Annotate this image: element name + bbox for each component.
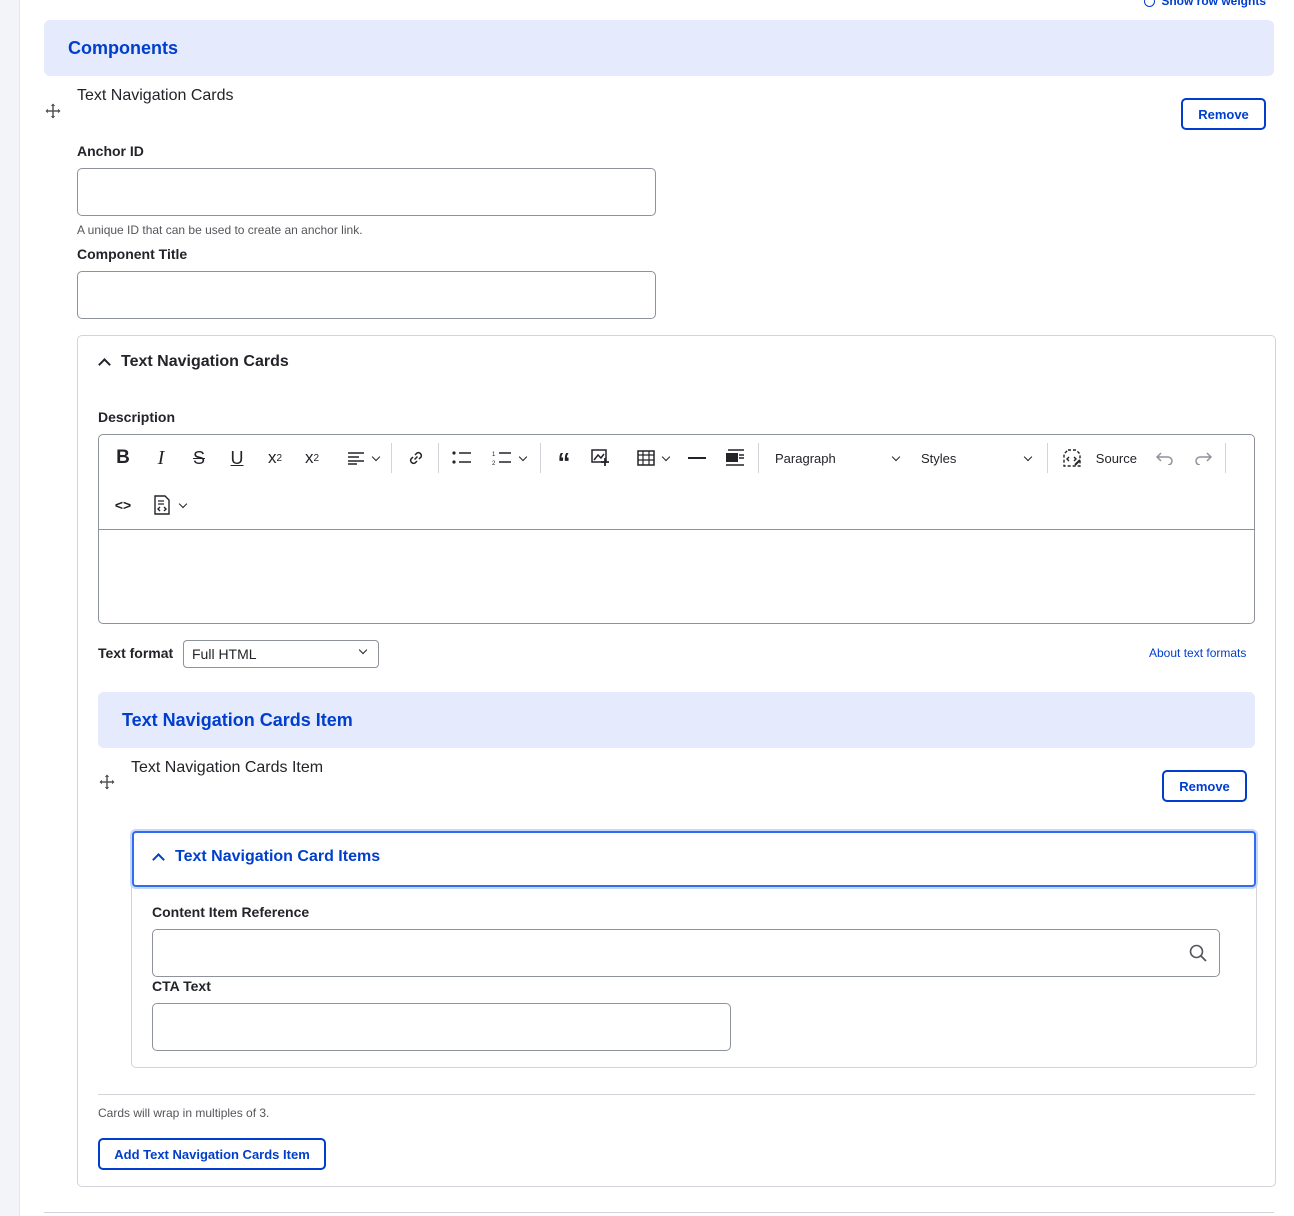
search-icon — [1189, 944, 1207, 962]
code-icon[interactable]: <> — [111, 492, 135, 518]
superscript-icon[interactable]: x2 — [263, 445, 287, 471]
remove-item-button[interactable]: Remove — [1162, 770, 1247, 802]
table-icon[interactable] — [633, 445, 673, 471]
undo-icon[interactable] — [1153, 445, 1177, 471]
drag-handle-icon[interactable] — [99, 774, 115, 790]
toolbar-separator — [438, 443, 439, 473]
anchor-id-help: A unique ID that can be used to create a… — [77, 223, 363, 237]
text-format-label: Text format — [98, 645, 174, 661]
link-icon[interactable] — [404, 445, 428, 471]
components-header: Components — [44, 20, 1274, 76]
svg-text:2: 2 — [492, 461, 496, 466]
card-items-summary-label: Text Navigation Card Items — [175, 848, 381, 865]
toolbar-separator — [1225, 443, 1226, 473]
source-edit-icon — [1063, 449, 1081, 467]
content-item-reference-label: Content Item Reference — [152, 904, 310, 920]
editor-toolbar-row-2: <> — [99, 482, 1254, 528]
details-summary[interactable]: Text Navigation Cards — [98, 353, 289, 371]
chevron-down-icon — [178, 499, 188, 508]
paragraph-dropdown-label: Paragraph — [775, 450, 836, 466]
strikethrough-icon[interactable]: S — [189, 445, 209, 471]
content-item-reference-input[interactable] — [152, 929, 1220, 977]
add-cards-item-button[interactable]: Add Text Navigation Cards Item — [98, 1138, 326, 1170]
editor-toolbar-row-1: B I S U x2 x2 12 “ Paragraph Styles Sour… — [99, 435, 1254, 481]
horizontal-line-icon[interactable] — [685, 445, 709, 471]
drag-handle-icon[interactable] — [45, 103, 61, 119]
left-rail — [0, 0, 20, 1216]
component-title-input[interactable] — [77, 271, 656, 319]
chevron-up-icon — [152, 853, 165, 866]
show-row-weights-link[interactable]: Show row weights — [1144, 0, 1266, 8]
about-text-formats-link[interactable]: About text formats — [1149, 646, 1246, 660]
text-format-value: Full HTML — [192, 646, 257, 662]
chevron-down-icon — [518, 452, 528, 461]
description-label: Description — [98, 409, 176, 425]
styles-dropdown-label: Styles — [921, 450, 957, 466]
component-title-label: Component Title — [77, 246, 188, 262]
bold-icon[interactable]: B — [113, 445, 133, 471]
chevron-down-icon — [1023, 452, 1033, 461]
toolbar-separator — [391, 443, 392, 473]
remove-button[interactable]: Remove — [1181, 98, 1266, 130]
toolbar-separator — [758, 443, 759, 473]
blockquote-icon[interactable]: “ — [552, 445, 576, 477]
anchor-id-label: Anchor ID — [77, 143, 144, 159]
bottom-divider — [44, 1212, 1274, 1213]
source-button[interactable]: Source — [1061, 445, 1137, 471]
chevron-down-icon — [371, 452, 381, 461]
components-header-label: Components — [68, 37, 178, 58]
media-embed-icon[interactable] — [722, 445, 748, 471]
toolbar-separator — [1047, 443, 1048, 473]
alignment-icon[interactable] — [343, 445, 383, 471]
editor-content-area[interactable] — [99, 529, 1254, 623]
anchor-id-input[interactable] — [77, 168, 656, 216]
chevron-down-icon — [661, 452, 671, 461]
eye-icon — [1144, 0, 1156, 7]
source-button-label: Source — [1095, 450, 1137, 466]
code-block-icon[interactable] — [148, 492, 190, 518]
chevron-down-icon — [891, 452, 901, 461]
chevron-up-icon — [98, 358, 111, 371]
component-item-title: Text Navigation Cards — [77, 87, 234, 104]
card-items-summary[interactable]: Text Navigation Card Items — [152, 848, 381, 866]
cta-text-input[interactable] — [152, 1003, 731, 1051]
details-summary-label: Text Navigation Cards — [121, 353, 289, 370]
divider — [98, 1094, 1255, 1095]
subscript-icon[interactable]: x2 — [300, 445, 324, 471]
rich-text-editor: B I S U x2 x2 12 “ Paragraph Styles Sour… — [98, 434, 1255, 624]
redo-icon[interactable] — [1191, 445, 1215, 471]
wrap-help-text: Cards will wrap in multiples of 3. — [98, 1106, 270, 1120]
cards-item-header-label: Text Navigation Cards Item — [122, 709, 353, 730]
insert-image-icon[interactable] — [589, 445, 613, 471]
italic-icon[interactable]: I — [151, 445, 171, 471]
underline-icon[interactable]: U — [227, 445, 247, 471]
styles-dropdown[interactable]: Styles — [921, 445, 1033, 471]
text-format-select[interactable]: Full HTML — [183, 640, 379, 668]
chevron-down-icon — [358, 645, 368, 655]
show-row-weights-label: Show row weights — [1161, 0, 1266, 8]
cta-text-label: CTA Text — [152, 978, 211, 994]
numbered-list-icon[interactable]: 12 — [488, 445, 530, 471]
toolbar-separator — [540, 443, 541, 473]
cards-item-title: Text Navigation Cards Item — [131, 759, 324, 776]
cards-item-header: Text Navigation Cards Item — [98, 692, 1255, 748]
bulleted-list-icon[interactable] — [450, 445, 474, 471]
paragraph-dropdown[interactable]: Paragraph — [775, 445, 901, 471]
svg-text:1: 1 — [492, 452, 496, 458]
